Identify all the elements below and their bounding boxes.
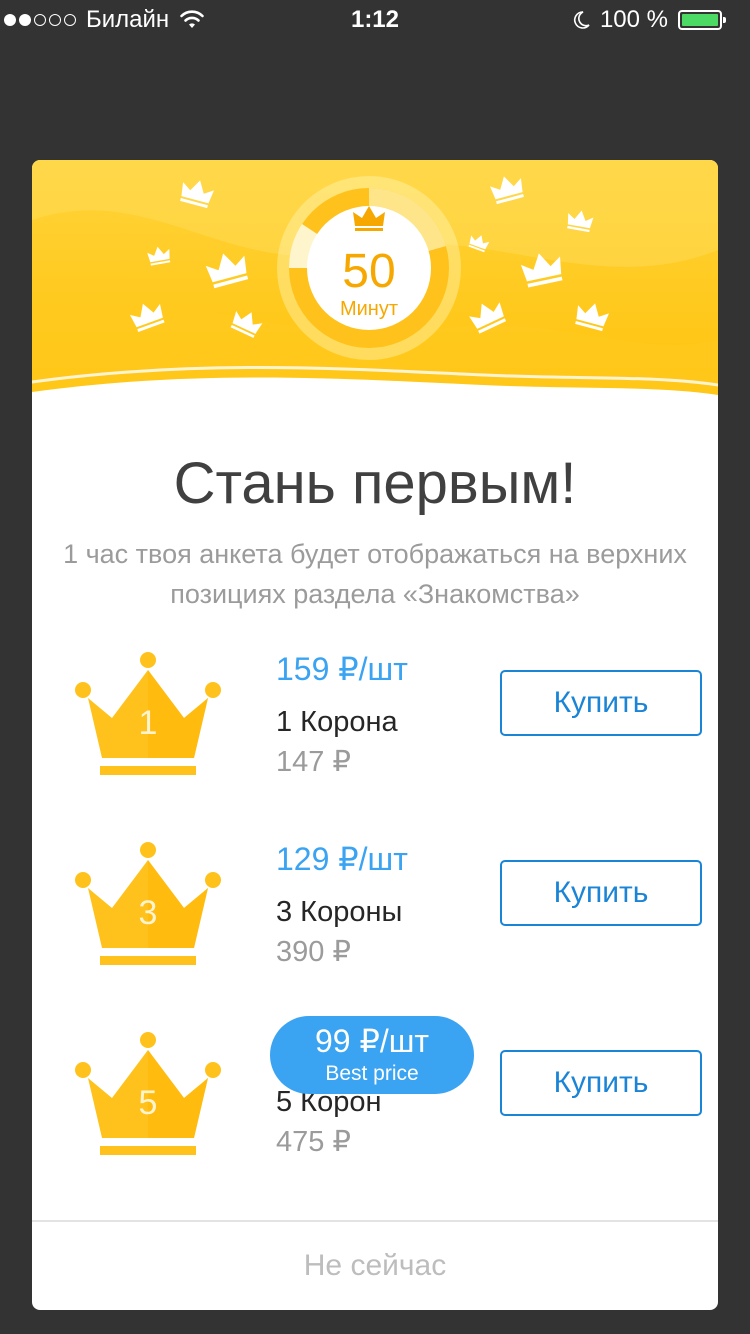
status-bar: Билайн 1:12 100 %	[0, 0, 750, 40]
battery-tip	[723, 17, 726, 23]
decorative-crown-icon	[573, 299, 611, 332]
decorative-crown-icon	[146, 244, 172, 266]
dialog-header-banner: 50 Минут	[32, 160, 718, 420]
buy-button[interactable]: Купить	[500, 860, 702, 926]
offer-row: 1 159 ₽/шт 1 Корона 147 ₽ Купить	[32, 648, 718, 808]
buy-button[interactable]: Купить	[500, 670, 702, 736]
battery-icon	[678, 10, 726, 30]
purchase-dialog: 50 Минут Стань первым! 1 час твоя анкета…	[32, 160, 718, 1310]
best-price-badge: 99 ₽/шт Best price	[270, 1016, 474, 1094]
buy-button[interactable]: Купить	[500, 1050, 702, 1116]
dialog-title: Стань первым!	[173, 451, 577, 516]
dialog-subtitle: 1 час твоя анкета будет отображаться на …	[63, 539, 687, 609]
timer-value: 50	[342, 245, 396, 298]
status-bar-right: 100 %	[572, 6, 726, 34]
crown-count: 3	[138, 894, 158, 932]
battery-percent: 100 %	[599, 6, 668, 33]
battery-fill	[682, 14, 718, 26]
crown-count: 1	[138, 704, 158, 742]
offer-total: 390 ₽	[276, 936, 351, 968]
not-now-button[interactable]: Не сейчас	[32, 1222, 718, 1310]
moon-icon	[573, 11, 590, 29]
timer-unit: Минут	[339, 298, 399, 320]
unit-price: 99 ₽/шт	[314, 1023, 430, 1059]
crown-count: 5	[138, 1084, 158, 1122]
offer-total: 475 ₽	[276, 1126, 351, 1158]
offer-row: 3 129 ₽/шт 3 Короны 390 ₽ Купить	[32, 838, 718, 998]
offer-total: 147 ₽	[276, 746, 351, 778]
decorative-crown-icon	[203, 248, 251, 289]
offer-name: 1 Корона	[276, 706, 398, 738]
unit-price: 159 ₽/шт	[276, 651, 408, 687]
best-price-label: Best price	[325, 1062, 419, 1085]
unit-price: 129 ₽/шт	[276, 841, 408, 877]
offer-name: 3 Короны	[276, 896, 403, 928]
